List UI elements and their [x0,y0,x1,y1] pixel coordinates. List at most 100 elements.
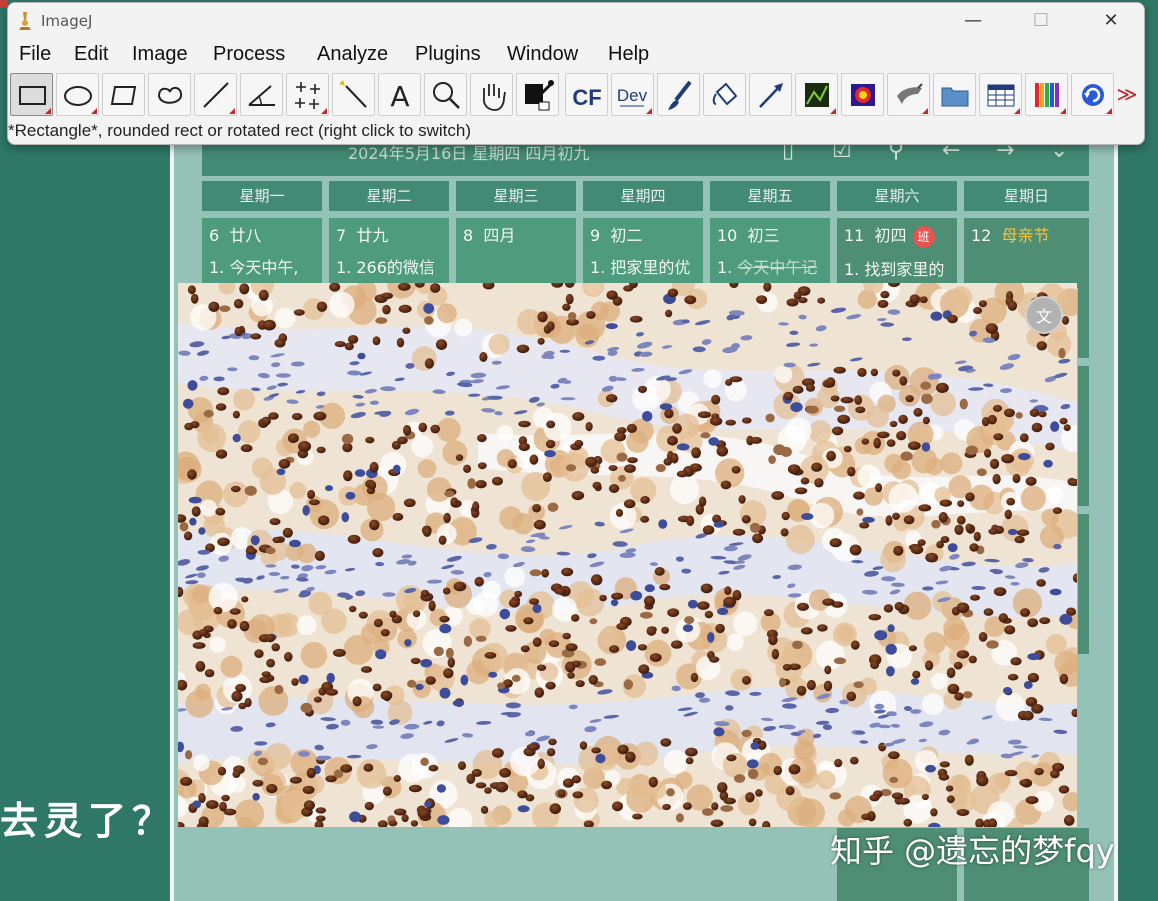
menu-window[interactable]: Window [507,43,578,66]
tumor-nucleus [389,610,397,618]
menu-help[interactable]: Help [608,43,649,66]
tumor-nucleus [930,311,943,321]
tumor-nucleus [278,458,291,469]
cytoplasm [504,566,526,588]
folder-tool[interactable] [933,73,976,116]
tumor-nucleus [850,640,860,650]
day-cell[interactable]: 11 初四班 1. 找到家里的 [837,218,957,288]
freehand-tool[interactable] [148,73,191,116]
svg-text:CF: CF [572,85,601,110]
tumor-nucleus [298,441,312,452]
tumor-nucleus [626,640,637,651]
tumor-nucleus [959,398,968,410]
tumor-nucleus [875,483,883,493]
stack-tool[interactable] [795,73,838,116]
day-note: 1. 266的微信 [336,258,435,277]
tumor-nucleus [229,608,241,615]
flood-fill-tool[interactable] [703,73,746,116]
stromal-nucleus [265,564,277,568]
tumor-nucleus [475,480,487,489]
tumor-nucleus [566,464,577,472]
menu-file[interactable]: File [19,43,51,66]
tumor-nucleus [1038,410,1047,418]
table-tool[interactable] [979,73,1022,116]
menu-plugins[interactable]: Plugins [415,43,481,66]
background-caption: 去灵了？ [0,799,177,843]
day-cell[interactable]: 6 廿八 1. 今天中午, [202,218,322,288]
tumor-nucleus [369,519,380,531]
point-tool[interactable] [286,73,329,116]
pencil-tool[interactable] [887,73,930,116]
title-bar[interactable]: ImageJ — ☐ ✕ [8,3,1144,39]
day-cell[interactable]: 10 初三 1. 今天中午记 [710,218,830,288]
tumor-nucleus [917,539,926,546]
cf-tool[interactable]: CF [565,73,608,116]
channels-tool[interactable] [1025,73,1068,116]
day-cell[interactable]: 9 初二 1. 把家里的优 [583,218,703,288]
cytoplasm [575,588,605,617]
menu-edit[interactable]: Edit [74,43,108,66]
tumor-nucleus [442,587,451,595]
day-number: 6 [209,226,220,245]
tumor-nucleus [900,451,913,461]
day-cell[interactable]: 7 廿九 1. 266的微信 [329,218,449,288]
text-tool[interactable]: A [378,73,421,116]
day-cell[interactable]: 12 母亲节 [964,218,1089,288]
color-picker-tool[interactable] [516,73,559,116]
tumor-nucleus [282,527,293,538]
tumor-nucleus [1027,653,1040,661]
maximize-button[interactable]: ☐ [1018,7,1064,35]
tumor-nucleus [649,653,662,662]
histology-image[interactable] [178,283,1077,827]
more-tools-button[interactable]: ≫ [1115,73,1141,116]
tumor-nucleus [610,599,619,607]
polygon-tool[interactable] [102,73,145,116]
lunar-date: 廿八 [229,226,262,245]
oval-tool[interactable] [56,73,99,116]
translate-icon[interactable]: 文 [1025,296,1063,334]
menu-analyze[interactable]: Analyze [317,43,388,66]
hand-tool[interactable] [470,73,513,116]
tumor-nucleus [609,645,620,653]
tumor-nucleus [548,640,560,648]
tumor-nucleus [672,423,682,434]
tumor-nucleus [463,464,472,473]
brush-tool[interactable] [657,73,700,116]
rectangle-tool[interactable] [10,73,53,116]
tumor-nucleus [1058,347,1066,359]
tumor-nucleus [723,797,736,805]
tumor-nucleus [1010,657,1022,666]
wand-tool[interactable] [332,73,375,116]
tumor-nucleus [771,491,785,500]
line-tool[interactable] [194,73,237,116]
menu-process[interactable]: Process [213,43,285,66]
tumor-nucleus [908,645,918,652]
angle-tool[interactable] [240,73,283,116]
tumor-nucleus [417,808,431,819]
tumor-nucleus [756,295,768,304]
tumor-nucleus [235,683,247,693]
day-cell[interactable]: 8 四月 [456,218,576,288]
menu-image[interactable]: Image [132,43,188,66]
close-button[interactable]: ✕ [1088,7,1134,35]
tumor-nucleus [837,414,851,424]
magnifier-tool[interactable] [424,73,467,116]
tumor-nucleus [507,459,517,469]
tumor-nucleus [418,422,428,433]
tumor-nucleus [382,304,391,315]
tumor-nucleus [452,700,465,707]
lut-tool[interactable] [841,73,884,116]
refresh-tool[interactable] [1071,73,1114,116]
arrow-tool[interactable] [749,73,792,116]
minimize-button[interactable]: — [950,7,996,35]
cytoplasm [222,481,249,508]
tumor-nucleus [854,395,863,405]
tumor-nucleus [829,792,842,800]
tumor-nucleus [537,758,545,769]
dev-tool[interactable]: Dev [611,73,654,116]
tumor-nucleus [217,766,227,776]
tumor-nucleus [764,609,774,617]
tumor-nucleus [325,688,338,696]
angle-icon [248,85,275,106]
tumor-nucleus [477,434,487,443]
